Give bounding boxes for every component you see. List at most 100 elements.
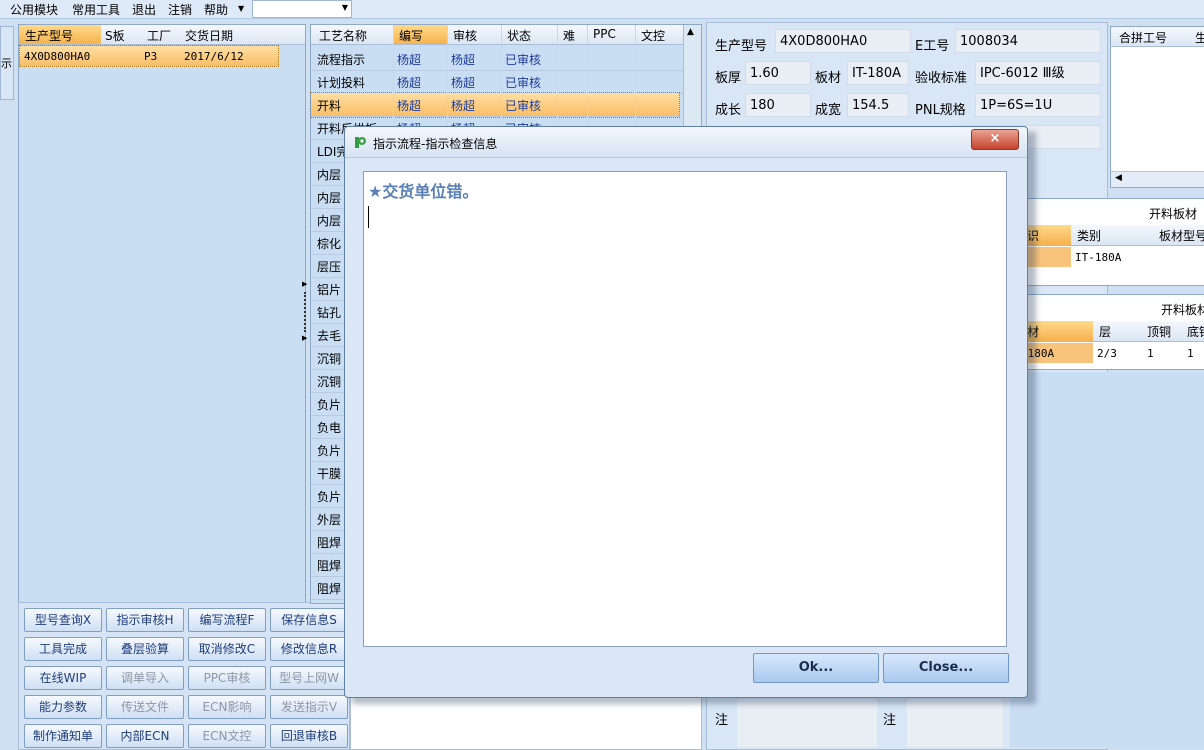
action-button[interactable]: ECN影响 [188, 695, 266, 719]
arrow-right-icon[interactable]: ▶ [302, 334, 307, 342]
action-button[interactable]: 在线WIP [24, 666, 102, 690]
chevron-down-icon[interactable]: ▼ [342, 3, 348, 12]
close-button[interactable]: Close... [883, 653, 1009, 683]
col-delivery[interactable]: 交货日期 [185, 27, 233, 44]
col-bottom-copper[interactable]: 底铜 [1187, 323, 1204, 340]
cell-process: 外层 [317, 513, 342, 527]
eno-value[interactable]: 1008034 [955, 29, 1101, 53]
menu-combo-box[interactable]: ▼ [252, 0, 352, 18]
pnl-value[interactable]: 1P=6S=1U [975, 93, 1101, 117]
length-value[interactable]: 180 [745, 93, 811, 117]
action-button[interactable]: 回退审核B [270, 724, 348, 748]
col-board-model[interactable]: 板材型号 [1159, 227, 1204, 244]
action-button[interactable]: 型号查询X [24, 608, 102, 632]
table-row[interactable]: 4X0D800HA0 P3 2017/6/12 [19, 45, 279, 67]
col-layer[interactable]: 层 [1099, 323, 1111, 340]
col-model[interactable]: 生产型号 [25, 27, 73, 44]
action-button[interactable]: 编写流程F [188, 608, 266, 632]
menu-tools[interactable]: 常用工具 [72, 1, 120, 18]
action-button[interactable]: 修改信息R [270, 637, 348, 661]
table-row[interactable]: 计划投料 杨超 杨超 已审核 [311, 70, 683, 94]
splitter-handle[interactable]: ▶ ▶ [302, 280, 308, 342]
col-sboard[interactable]: S板 [105, 27, 125, 44]
width-label: 成宽 [815, 103, 842, 118]
col-process[interactable]: 工艺名称 [319, 27, 367, 44]
dialog-message-box[interactable]: ★交货单位错。 [363, 171, 1007, 647]
cell-status: 已审核 [505, 53, 542, 67]
cell-process: 阻焊 [317, 536, 342, 550]
side-tab-label: 示 [1, 57, 12, 70]
col-combine-2[interactable]: 生 [1195, 29, 1204, 46]
table-row[interactable]: 流程指示 杨超 杨超 已审核 [311, 47, 683, 71]
thickness-value[interactable]: 1.60 [745, 61, 811, 85]
table-row[interactable]: 开料 杨超 杨超 已审核 [310, 92, 680, 118]
col-factory[interactable]: 工厂 [147, 27, 171, 44]
action-button[interactable]: 调单导入 [106, 666, 184, 690]
cell-process: 棕化 [317, 237, 342, 251]
action-button[interactable]: ECN文控 [188, 724, 266, 748]
action-button[interactable]: 叠层验算 [106, 637, 184, 661]
action-button[interactable]: 传送文件 [106, 695, 184, 719]
cell-process: 沉铜 [317, 352, 342, 366]
cell-process: 内层 [317, 191, 342, 205]
action-button[interactable]: 取消修改C [188, 637, 266, 661]
length-label: 成长 [715, 103, 742, 118]
cell-status: 已审核 [505, 76, 542, 90]
action-button[interactable]: 制作通知单 [24, 724, 102, 748]
col-combine-no[interactable]: 合拼工号 [1119, 29, 1167, 46]
cell-bottom-copper: 1 [1187, 347, 1194, 360]
arrow-right-icon[interactable]: ▶ [302, 280, 307, 288]
action-button[interactable]: PPC审核 [188, 666, 266, 690]
cell-process: 内层 [317, 168, 342, 182]
cell-process: 阻焊 [317, 559, 342, 573]
side-tab[interactable]: 示 [0, 26, 14, 100]
action-button[interactable]: 指示审核H [106, 608, 184, 632]
col-top-copper[interactable]: 顶铜 [1147, 323, 1171, 340]
menu-exit[interactable]: 退出 [132, 1, 156, 18]
action-button[interactable]: 内部ECN [106, 724, 184, 748]
col-status[interactable]: 状态 [507, 27, 531, 44]
col-reviewer[interactable]: 审核 [453, 27, 477, 44]
cell-model: 4X0D800HA0 [24, 50, 91, 63]
check-info-dialog: 指示流程-指示检查信息 × ★交货单位错。 Ok... Close... [344, 126, 1028, 698]
material-value[interactable]: IT-180A [847, 61, 909, 85]
note-field-2[interactable] [907, 699, 1003, 747]
col-doc-control[interactable]: 文控 [641, 27, 665, 44]
standard-value[interactable]: IPC-6012 Ⅲ级 [975, 61, 1101, 85]
menu-public-modules[interactable]: 公用模块 [10, 1, 58, 18]
action-button[interactable]: 能力参数 [24, 695, 102, 719]
action-button[interactable]: 保存信息S [270, 608, 348, 632]
model-list-panel: 生产型号 S板 工厂 交货日期 4X0D800HA0 P3 2017/6/12 [18, 24, 306, 604]
action-button[interactable]: 工具完成 [24, 637, 102, 661]
note-field-1[interactable] [737, 699, 877, 747]
menu-help[interactable]: 帮助 [204, 1, 228, 18]
menu-logout[interactable]: 注销 [168, 1, 192, 18]
width-value[interactable]: 154.5 [847, 93, 909, 117]
dialog-titlebar[interactable]: 指示流程-指示检查信息 × [345, 127, 1027, 158]
model-label: 生产型号 [715, 39, 768, 54]
col-author[interactable]: 编写 [399, 27, 423, 44]
action-button[interactable]: 型号上网W [270, 666, 348, 690]
ok-button[interactable]: Ok... [753, 653, 879, 683]
col-ppc[interactable]: PPC [593, 27, 616, 41]
scroll-up-icon[interactable]: ▲ [687, 27, 694, 37]
col-category[interactable]: 类别 [1077, 227, 1101, 244]
scroll-left-icon[interactable]: ◀ [1115, 173, 1122, 183]
close-icon[interactable]: × [971, 129, 1019, 150]
text-caret [368, 206, 369, 228]
material-grid: 开料板材 识 类别 板材型号 IT-180A [1018, 198, 1204, 286]
right-empty-area [1010, 372, 1204, 748]
cell-author: 杨超 [397, 76, 422, 90]
col-difficulty[interactable]: 难 [563, 27, 575, 44]
cell-author: 杨超 [397, 53, 422, 67]
layer-grid-title: 开料板材 [1161, 303, 1204, 317]
cell-process: 钻孔 [317, 306, 342, 320]
combine-hscrollbar[interactable]: ◀ [1111, 171, 1204, 187]
model-value[interactable]: 4X0D800HA0 [775, 29, 911, 53]
menu-overflow-icon[interactable]: ▼ [238, 4, 244, 13]
dialog-message: ★交货单位错。 [368, 182, 479, 201]
action-button[interactable]: 发送指示V [270, 695, 348, 719]
material-grid-header: 识 类别 板材型号 [1019, 225, 1204, 246]
pnl-label: PNL规格 [915, 103, 966, 118]
note-label: 注 [883, 713, 897, 728]
